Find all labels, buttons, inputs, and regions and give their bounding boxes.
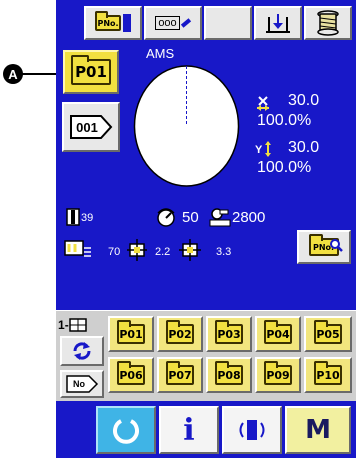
spool-icon — [317, 10, 339, 36]
communication-button[interactable] — [222, 406, 282, 454]
stitch-length-icon — [179, 239, 201, 261]
page-number: 1 — [58, 318, 65, 332]
thread-tension-value: 39 — [81, 212, 94, 224]
pattern-search-icon: PNo. — [309, 234, 343, 256]
page-indicator: 1 - — [58, 318, 87, 332]
callout-marker: A — [3, 64, 23, 84]
pattern-slot-p08[interactable]: P08 — [206, 357, 252, 393]
speed-value: 50 — [182, 209, 199, 226]
ready-button[interactable] — [96, 406, 156, 454]
refresh-icon — [73, 342, 91, 360]
pitch-value: 2.2 — [155, 246, 171, 258]
communication-icon — [239, 420, 265, 440]
x-size-value: 30.0 — [288, 92, 320, 109]
bobbin-winder-button[interactable] — [254, 6, 302, 40]
sequence-label: 001 — [76, 119, 98, 135]
pattern-slot-p03[interactable]: P03 — [206, 316, 252, 352]
pattern-preview — [133, 64, 240, 188]
pattern-search-button[interactable]: PNo. — [297, 230, 351, 264]
thread-tension-icon — [66, 208, 80, 226]
pencil-icon — [180, 18, 191, 28]
pattern-p01-button[interactable]: P01 — [63, 50, 119, 94]
magnifier-icon — [330, 239, 343, 252]
y-scale-icon: Y — [255, 141, 271, 157]
no-button[interactable]: No — [60, 370, 104, 398]
pattern-slot-p09[interactable]: P09 — [255, 357, 301, 393]
thread-spool-button[interactable] — [304, 6, 352, 40]
pattern-slot-p06[interactable]: P06 — [108, 357, 154, 393]
pattern-slot-p07[interactable]: P07 — [157, 357, 203, 393]
pattern-slot-p02[interactable]: P02 — [157, 316, 203, 352]
info-icon: i — [183, 412, 195, 448]
pattern-p01-label: P01 — [75, 63, 107, 81]
panel-screen: A PNo. ooo P01 AMS 001 30.0 100.0% Y 30.… — [0, 0, 356, 458]
mode-label: M — [305, 415, 331, 445]
pattern-slot-p10[interactable]: P10 — [304, 357, 352, 393]
mode-button[interactable]: M — [285, 406, 351, 454]
bobbin-down-icon — [266, 14, 290, 33]
y-size-value: 30.0 — [288, 139, 320, 156]
refresh-button[interactable] — [60, 336, 104, 366]
svg-text:Y: Y — [255, 144, 263, 156]
grid-icon — [68, 318, 87, 332]
speed-icon — [157, 208, 175, 227]
stitch-length-value: 3.3 — [216, 246, 232, 258]
pattern-slot-p04[interactable]: P04 — [255, 316, 301, 352]
pattern-slot-p01[interactable]: P01 — [108, 316, 154, 352]
counter-button[interactable]: ooo — [144, 6, 202, 40]
pattern-no-icon: PNo. — [95, 11, 131, 32]
callout-marker-letter: A — [8, 66, 18, 82]
max-speed-value: 2800 — [232, 209, 266, 226]
info-button[interactable]: i — [159, 406, 219, 454]
max-speed-icon — [209, 208, 231, 227]
x-scale-value: 100.0% — [257, 112, 312, 129]
pattern-slot-p05[interactable]: P05 — [304, 316, 352, 352]
pattern-no-icon-label: PNo. — [97, 18, 119, 28]
pattern-no-button[interactable]: PNo. — [84, 6, 142, 40]
x-scale-icon — [257, 96, 269, 111]
sequence-button[interactable]: 001 — [62, 102, 120, 152]
counter-icon: ooo — [155, 16, 191, 30]
sewing-type-label: AMS — [146, 46, 175, 61]
y-scale-value: 100.0% — [257, 159, 312, 176]
blank-toolbar-button[interactable] — [204, 6, 252, 40]
no-label: No — [73, 379, 85, 389]
ready-icon — [113, 419, 139, 444]
feed-value: 70 — [108, 246, 121, 258]
pattern-folder-icon: P01 — [71, 55, 111, 85]
feed-icon — [64, 240, 91, 257]
pitch-icon — [127, 239, 147, 261]
